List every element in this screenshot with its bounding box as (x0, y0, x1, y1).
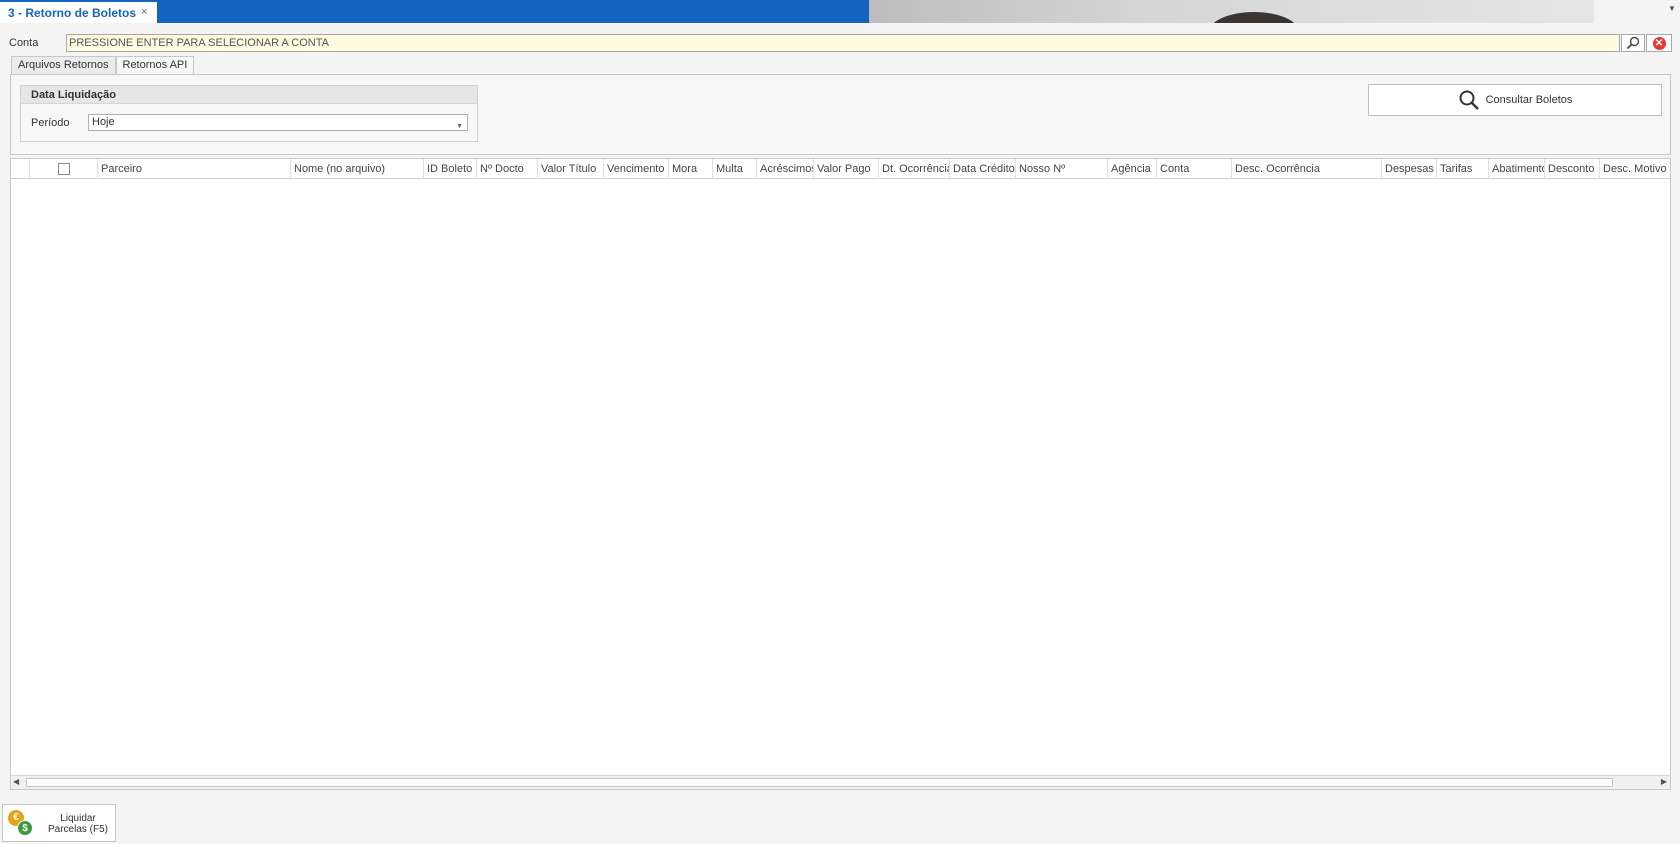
document-tab-title: 3 - Retorno de Boletos (8, 5, 137, 20)
column-header[interactable]: Dt. Ocorrência (878, 159, 949, 179)
column-header[interactable]: Desc. Motivo (1599, 159, 1670, 179)
column-header[interactable]: Valor Pago (813, 159, 878, 179)
row-indicator-header (11, 159, 29, 179)
column-header[interactable]: Agência (1107, 159, 1156, 179)
column-header[interactable]: Valor Título (537, 159, 603, 179)
dollar-coin-icon: $ (17, 820, 33, 836)
column-header[interactable]: Desc. Ocorrência (1231, 159, 1381, 179)
chevron-down-icon[interactable]: ▼ (1668, 4, 1676, 13)
boletos-grid: Parceiro Nome (no arquivo) ID Boleto Nº … (10, 158, 1671, 790)
column-header[interactable]: ID Boleto (423, 159, 476, 179)
liquidar-label-line2: Parcelas (F5) (47, 824, 108, 835)
column-header[interactable]: Data Crédito (949, 159, 1015, 179)
column-header[interactable]: Vencimento (603, 159, 668, 179)
clear-icon: ✕ (1652, 36, 1666, 50)
close-icon[interactable]: × (141, 6, 147, 18)
periodo-label: Período (31, 117, 70, 129)
column-header[interactable]: Parceiro (97, 159, 290, 179)
tab-bar: Arquivos Retornos Retornos API (11, 56, 195, 75)
column-header[interactable]: Tarifas (1436, 159, 1488, 179)
liquidar-parcelas-button[interactable]: € $ Liquidar Parcelas (F5) (2, 804, 116, 842)
column-header[interactable]: Nome (no arquivo) (290, 159, 423, 179)
scroll-left-icon[interactable]: ◀ (13, 777, 19, 786)
search-icon (1626, 36, 1640, 50)
document-tab-retorno-boletos[interactable]: 3 - Retorno de Boletos × (0, 0, 157, 23)
column-header[interactable]: Desconto (1544, 159, 1599, 179)
horizontal-scrollbar[interactable]: ◀ ▶ (11, 775, 1670, 789)
scroll-right-icon[interactable]: ▶ (1661, 777, 1667, 786)
scrollbar-thumb[interactable] (26, 778, 1613, 787)
conta-clear-button[interactable]: ✕ (1646, 34, 1672, 52)
column-header[interactable]: Abatimento (1488, 159, 1544, 179)
tab-retornos-api[interactable]: Retornos API (115, 56, 195, 75)
conta-search-button[interactable] (1621, 34, 1645, 52)
periodo-select[interactable]: Hoje ▼ (88, 114, 468, 131)
document-tab-strip: 3 - Retorno de Boletos × ▼ (0, 0, 1680, 23)
select-all-checkbox[interactable] (58, 163, 70, 175)
column-header[interactable]: Nosso Nº (1015, 159, 1107, 179)
column-header[interactable]: Nº Docto (476, 159, 537, 179)
liquidar-label-line1: Liquidar (60, 813, 96, 824)
column-header[interactable]: Despesas (1381, 159, 1436, 179)
consultar-boletos-label: Consultar Boletos (1485, 94, 1573, 106)
group-title: Data Liquidação (21, 86, 477, 104)
conta-label: Conta (9, 37, 39, 49)
consultar-boletos-button[interactable]: Consultar Boletos (1368, 84, 1662, 116)
column-header[interactable]: Acréscimos (756, 159, 813, 179)
background-photo (869, 0, 1594, 23)
chevron-down-icon[interactable]: ▼ (456, 119, 463, 134)
data-liquidacao-group: Data Liquidação Período Hoje ▼ (20, 85, 478, 142)
column-header[interactable]: Mora (668, 159, 712, 179)
search-icon (1459, 90, 1479, 110)
grid-header: Parceiro Nome (no arquivo) ID Boleto Nº … (11, 159, 1670, 179)
conta-field[interactable]: PRESSIONE ENTER PARA SELECIONAR A CONTA (66, 34, 1620, 52)
tab-arquivos-retornos[interactable]: Arquivos Retornos (11, 56, 116, 74)
column-header[interactable]: Multa (712, 159, 756, 179)
periodo-value: Hoje (92, 116, 115, 128)
column-header[interactable]: Conta (1156, 159, 1231, 179)
